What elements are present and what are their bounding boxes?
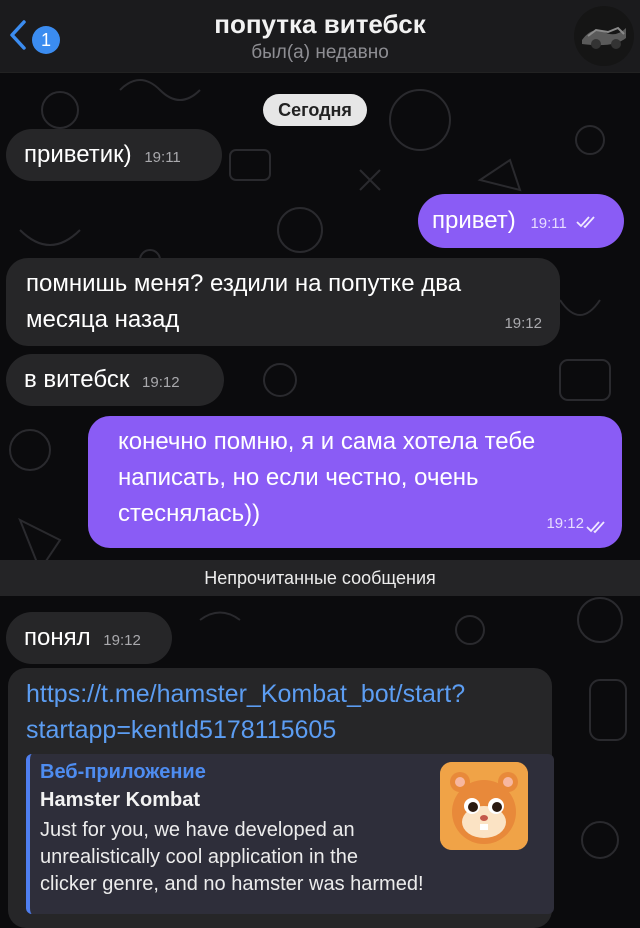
message-text-line: конечно помню, я и сама хотела тебе (118, 428, 536, 455)
message-text: привет) (432, 207, 516, 234)
message-bubble-incoming[interactable]: в витебск 19:12 (6, 354, 224, 406)
message-text: приветик) (24, 141, 132, 168)
message-text: в витебск (24, 366, 130, 393)
message-time: 19:12 (103, 632, 141, 649)
read-checkmarks-icon (586, 521, 605, 534)
message-bubble-incoming[interactable]: приветик) 19:11 (6, 129, 222, 181)
message-bubble-incoming[interactable]: понял 19:12 (6, 612, 172, 664)
preview-site-name: Веб-приложение (40, 761, 206, 783)
date-chip: Сегодня (263, 94, 367, 126)
message-link[interactable]: https://t.me/hamster_Kombat_bot/start? s… (26, 676, 546, 748)
message-text-line: написать, но если честно, очень (118, 464, 479, 491)
message-text-line: месяца назад (26, 306, 180, 333)
preview-desc-line: unrealistically cool application in the (40, 846, 358, 868)
message-bubble-outgoing[interactable]: конечно помню, я и сама хотела тебе напи… (88, 416, 622, 548)
message-text: понял (24, 624, 91, 651)
message-time: 19:11 (530, 215, 567, 232)
avatar[interactable] (574, 6, 634, 66)
message-time: 19:11 (144, 149, 181, 166)
hamster-thumbnail-icon (440, 762, 528, 850)
link-preview-card[interactable]: Веб-приложение Hamster Kombat Just for y… (26, 754, 554, 914)
message-time: 19:12 (546, 515, 584, 532)
message-text-line: стеснялась)) (118, 500, 261, 527)
message-time: 19:12 (142, 374, 180, 391)
chat-status: был(а) недавно (251, 42, 389, 63)
link-line[interactable]: https://t.me/hamster_Kombat_bot/start? (26, 676, 546, 712)
link-line[interactable]: startapp=kentId5178115605 (26, 712, 546, 748)
message-bubble-incoming[interactable]: помнишь меня? ездили на попутке два меся… (6, 258, 560, 346)
message-time: 19:12 (504, 315, 542, 332)
preview-description: Just for you, we have developed an unrea… (40, 817, 430, 898)
preview-desc-line: Just for you, we have developed an (40, 819, 355, 841)
message-bubble-outgoing[interactable]: привет) 19:11 (418, 194, 624, 248)
chat-title[interactable]: попутка витебск (0, 9, 640, 40)
preview-title: Hamster Kombat (40, 789, 201, 811)
unread-messages-divider: Непрочитанные сообщения (0, 560, 640, 596)
preview-desc-line: clicker genre, and no hamster was harmed… (40, 873, 424, 895)
message-text-line: помнишь меня? ездили на попутке два (26, 270, 462, 297)
chat-header: 1 попутка витебск был(а) недавно (0, 0, 640, 73)
avatar-image-icon (574, 6, 634, 66)
read-checkmarks-icon (575, 216, 595, 228)
